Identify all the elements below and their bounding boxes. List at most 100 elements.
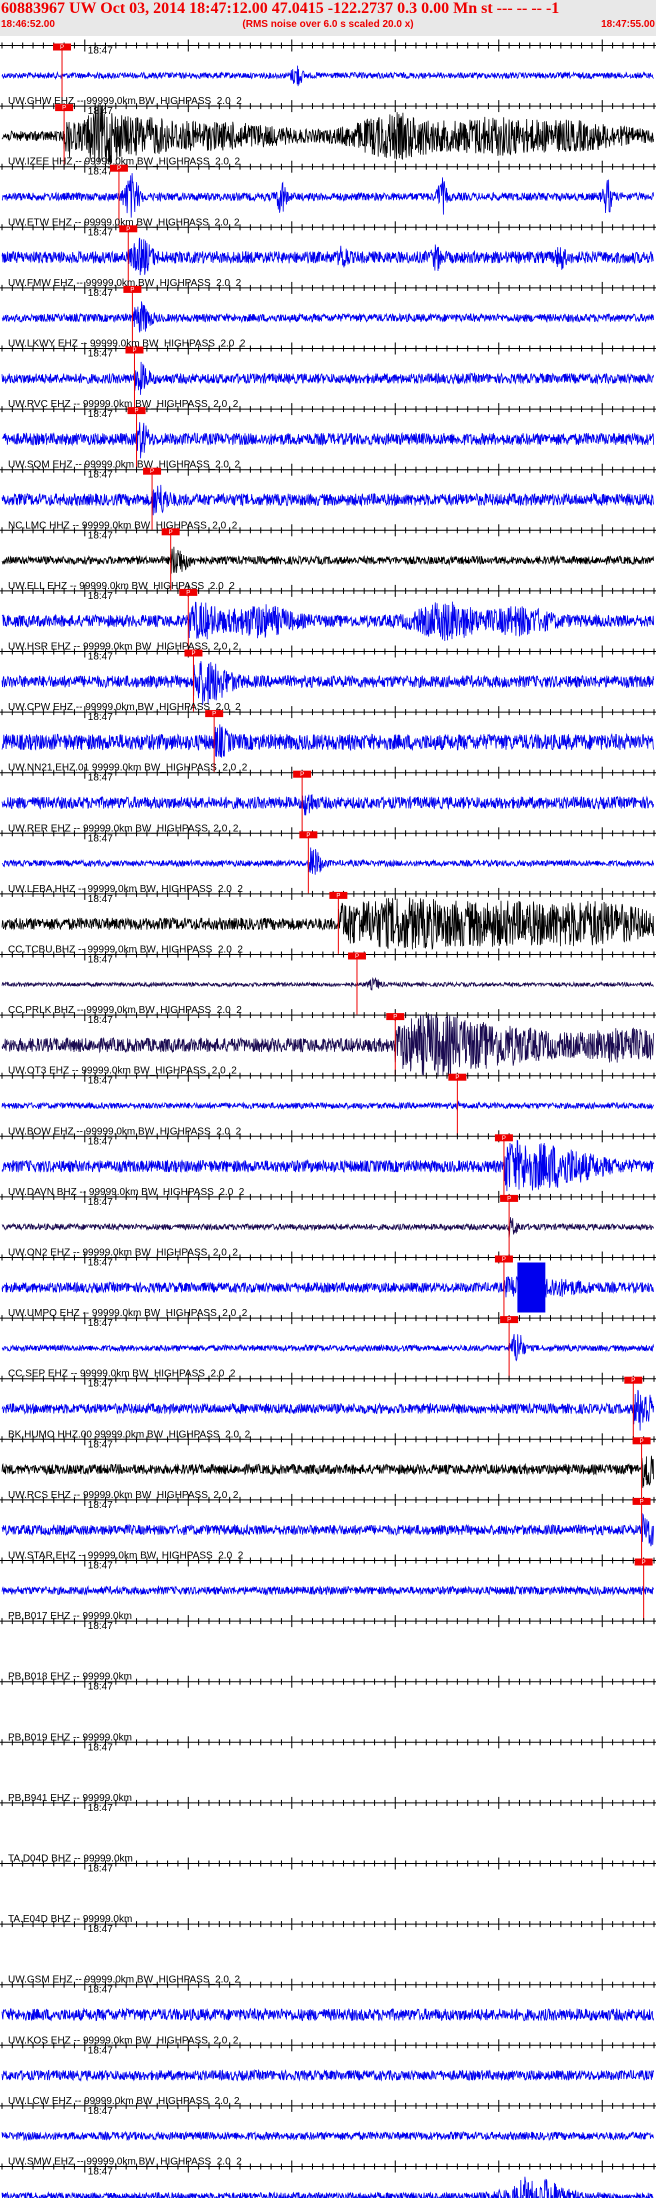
noise-subtitle: (RMS noise over 6.0 s scaled 20.0 x) [242, 19, 414, 30]
pick-label: P [306, 833, 310, 839]
channel-label: UW.RCS EHZ -- 99999.0km BW_HIGHPASS_2.0_… [8, 1490, 239, 1501]
channel-label: UW.HSR EHZ -- 99999.0km BW_HIGHPASS_2.0_… [8, 642, 239, 653]
waveform-trace [1, 103, 654, 164]
channel-label: UW.ON2 EHZ -- 99999.0km BW_HIGHPASS_2.0_… [8, 1248, 238, 1259]
pick-label: P [502, 1136, 506, 1142]
pick-label: P [150, 469, 154, 475]
pick-label: P [169, 530, 173, 536]
minute-tick-label: 18:47 [88, 1379, 113, 1390]
pick-label: P [135, 409, 139, 415]
channel-label: UW.SQM EHZ -- 99999.0km BW_HIGHPASS_2.0_… [8, 460, 241, 471]
channel-label: PB.B941 EHZ -- 99999.0km [8, 1793, 132, 1804]
waveform-trace [1, 301, 654, 333]
minute-tick-label: 18:47 [88, 712, 113, 723]
channel-label: UW.NN21 EHZ.01 99999.0km BW_HIGHPASS_2.0… [8, 763, 248, 774]
waveform-trace [1, 976, 654, 991]
channel-label: TA.E04D BHZ -- 99999.0km [8, 1914, 132, 1925]
minute-tick-label: 18:47 [88, 349, 113, 360]
pick-label: P [130, 287, 134, 293]
channel-label: UW.UMPQ EHZ -- 99999.0km BW_HIGHPASS_2.0… [8, 1308, 248, 1319]
minute-tick-label: 18:47 [88, 1439, 113, 1450]
minute-tick-label: 18:47 [88, 167, 113, 178]
minute-tick-label: 18:47 [88, 955, 113, 966]
minute-tick-label: 18:47 [88, 1985, 113, 1996]
minute-tick-label: 18:47 [88, 1682, 113, 1693]
channel-label: UW.GHW EHZ -- 99999.0km BW_HIGHPASS_2.0_… [8, 96, 242, 107]
pick-label: P [355, 954, 359, 960]
channel-label: CC.PRLK BHZ -- 99999.0km BW_HIGHPASS_2.0… [8, 1005, 242, 1016]
pick-label: P [507, 1196, 511, 1202]
clipped-signal-block [517, 1262, 546, 1313]
channel-label: UW.SMW EHZ -- 99999.0km BW_HIGHPASS_2.0_… [8, 2157, 242, 2168]
minute-tick-label: 18:47 [88, 1076, 113, 1087]
waveform-trace [1, 661, 654, 706]
minute-tick-label: 18:47 [88, 833, 113, 844]
minute-tick-label: 18:47 [88, 1015, 113, 1026]
minute-tick-label: 18:47 [88, 1197, 113, 1208]
waveform-trace [1, 847, 654, 875]
pick-label: P [507, 1318, 511, 1324]
pick-label: P [502, 1257, 506, 1263]
waveform-trace [1, 897, 654, 950]
waveform-trace [1, 484, 654, 516]
channel-label: CC.SEP EHZ -- 99999.0km BW_HIGHPASS_2.0_… [8, 1369, 236, 1380]
waveform-trace [1, 2176, 654, 2198]
channel-label: UW.KOS EHZ -- 99999.0km BW_HIGHPASS_2.0_… [8, 2035, 239, 2046]
pick-label: P [191, 651, 195, 657]
waveform-trace [1, 173, 654, 218]
channel-label: UW.RVC EHZ -- 99999.0km BW_HIGHPASS_2.0_… [8, 399, 239, 410]
channel-label: UW.ELL EHZ -- 99999.0km BW_HIGHPASS_2.0_… [8, 581, 235, 592]
waveform-trace [1, 2007, 654, 2022]
channel-label: PB.B017 EHZ -- 99999.0km [8, 1611, 132, 1622]
channel-label: UW.STAR EHZ -- 99999.0km BW_HIGHPASS_2.0… [8, 1551, 244, 1562]
minute-tick-label: 18:47 [88, 227, 113, 238]
waveform-trace [1, 794, 654, 816]
minute-tick-label: 18:47 [88, 773, 113, 784]
waveform-trace [1, 1455, 654, 1488]
minute-tick-label: 18:47 [88, 1500, 113, 1511]
minute-tick-label: 18:47 [88, 530, 113, 541]
waveform-trace [1, 1512, 654, 1547]
waveform-trace [1, 361, 654, 395]
waveform-trace [1, 1389, 654, 1431]
channel-label: PB.B019 EHZ -- 99999.0km [8, 1732, 132, 1743]
minute-tick-label: 18:47 [88, 591, 113, 602]
minute-tick-label: 18:47 [88, 652, 113, 663]
channel-label: UW.DAVN BHZ -- 99999.0km BW_HIGHPASS_2.0… [8, 1187, 245, 1198]
minute-tick-label: 18:47 [88, 46, 113, 57]
minute-tick-label: 18:47 [88, 1318, 113, 1329]
channel-label: UW.BOW EHZ -- 99999.0km BW_HIGHPASS_2.0_… [8, 1126, 242, 1137]
channel-label: PB.B018 EHZ -- 99999.0km [8, 1672, 132, 1683]
minute-tick-label: 18:47 [88, 1742, 113, 1753]
waveform-trace [1, 2068, 654, 2082]
waveform-trace [1, 65, 654, 87]
seismogram-plot: 18:47 P 18:47 UW.GHW EHZ -- 99999.0km BW_HI… [0, 39, 656, 2198]
waveform-trace [1, 1217, 654, 1238]
pick-label: P [126, 227, 130, 233]
pick-label: P [186, 590, 190, 596]
minute-tick-label: 18:47 [88, 470, 113, 481]
waveform-trace [1, 1274, 654, 1301]
waveform-trace [1, 1585, 654, 1597]
waveform-trace [1, 422, 654, 459]
minute-tick-label: 18:47 [88, 288, 113, 299]
waveform-trace [1, 237, 654, 276]
channel-label: CC.TCBU BHZ -- 99999.0km BW_HIGHPASS_2.0… [8, 945, 243, 956]
minute-tick-label: 18:47 [88, 1864, 113, 1875]
waveform-trace [1, 1334, 654, 1362]
minute-tick-label: 18:47 [88, 1803, 113, 1814]
channel-label: UW.LCW EHZ -- 99999.0km BW_HIGHPASS_2.0_… [8, 2096, 240, 2107]
channel-label: UW.OT3 EHZ -- 99999.0km BW_HIGHPASS_2.0_… [8, 1066, 237, 1077]
pick-label: P [642, 1560, 646, 1566]
event-title: 60883967 UW Oct 03, 2014 18:47:12.00 47.… [1, 0, 560, 17]
pick-label: P [212, 712, 216, 718]
channel-label: NC.LMC HHZ -- 99999.0km BW_HIGHPASS_2.0_… [8, 520, 238, 531]
minute-tick-label: 18:47 [88, 1136, 113, 1147]
end-time: 18:47:55.00 [601, 19, 655, 30]
pick-label: P [336, 893, 340, 899]
pick-label: P [640, 1499, 644, 1505]
minute-tick-label: 18:47 [88, 1621, 113, 1632]
minute-tick-label: 18:47 [88, 1561, 113, 1572]
channel-label: UW.LEBA HHZ -- 99999.0km BW_HIGHPASS_2.0… [8, 884, 243, 895]
header-bar: 60883967 UW Oct 03, 2014 18:47:12.00 47.… [0, 0, 656, 36]
